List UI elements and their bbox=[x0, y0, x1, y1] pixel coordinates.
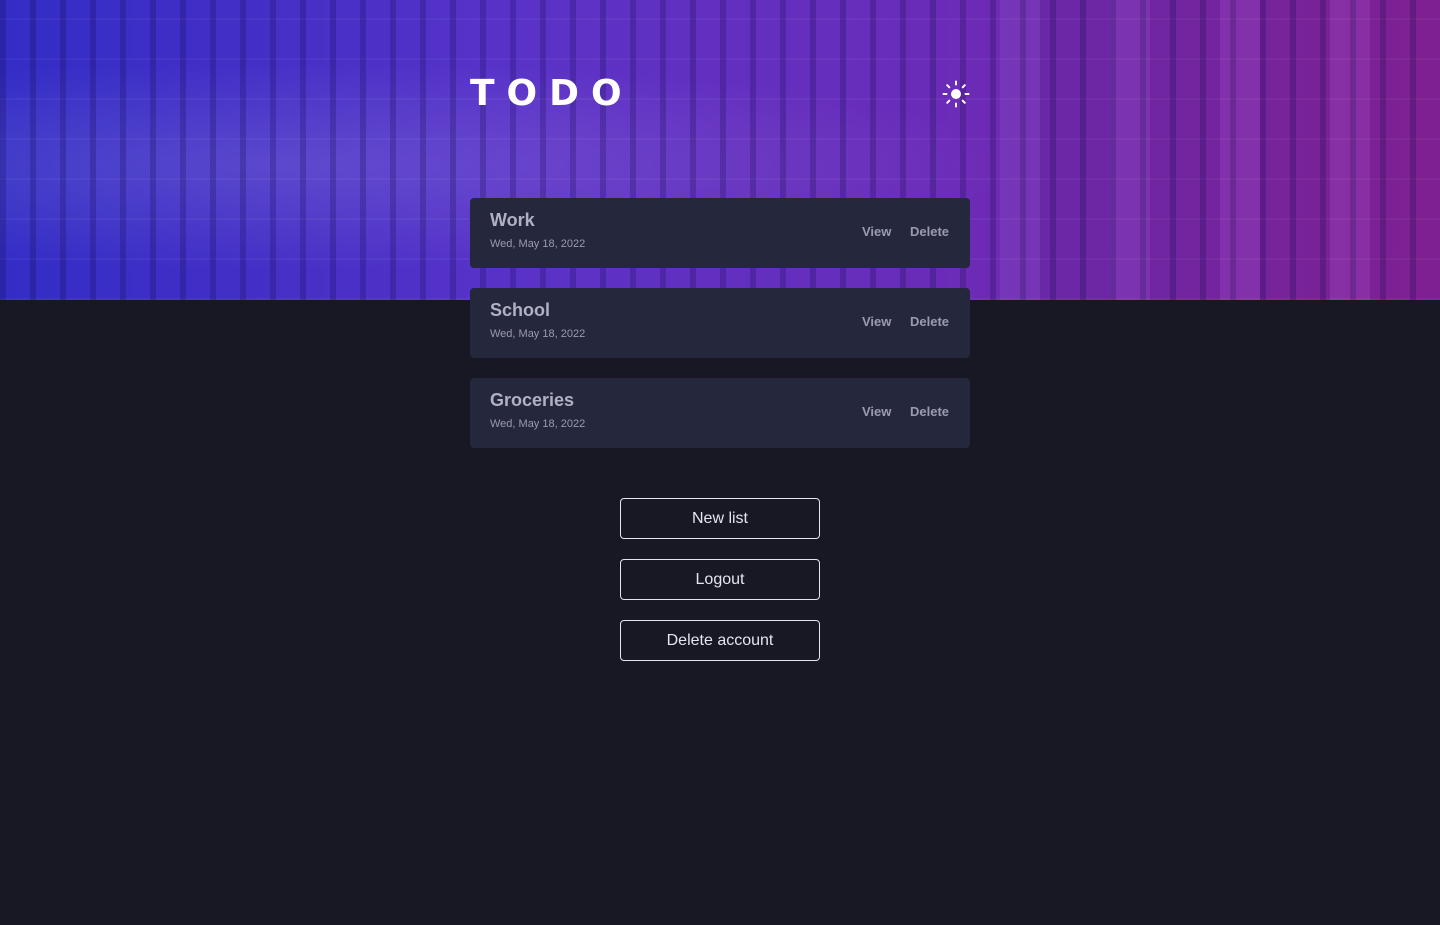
list-item: Groceries Wed, May 18, 2022 View Delete bbox=[470, 378, 970, 448]
list-item-date: Wed, May 18, 2022 bbox=[490, 238, 586, 250]
sun-icon bbox=[942, 80, 970, 108]
todo-lists: Work Wed, May 18, 2022 View Delete Schoo… bbox=[470, 198, 970, 468]
list-item-date: Wed, May 18, 2022 bbox=[490, 328, 586, 340]
view-button[interactable]: View bbox=[862, 314, 891, 330]
logout-button[interactable]: Logout bbox=[620, 559, 820, 600]
delete-button[interactable]: Delete bbox=[910, 314, 949, 330]
header: TODO bbox=[470, 72, 970, 116]
delete-account-button[interactable]: Delete account bbox=[620, 620, 820, 661]
list-item-title: Work bbox=[490, 210, 535, 230]
view-button[interactable]: View bbox=[862, 404, 891, 420]
list-item-date: Wed, May 18, 2022 bbox=[490, 418, 586, 430]
delete-button[interactable]: Delete bbox=[910, 404, 949, 420]
list-item-title: School bbox=[490, 300, 551, 320]
app-title: TODO bbox=[470, 73, 634, 114]
view-button[interactable]: View bbox=[862, 224, 891, 240]
hero-background-columns bbox=[1000, 0, 1440, 300]
list-item-title: Groceries bbox=[490, 390, 575, 410]
delete-button[interactable]: Delete bbox=[910, 224, 949, 240]
theme-toggle-button[interactable] bbox=[942, 80, 970, 108]
list-item: School Wed, May 18, 2022 View Delete bbox=[470, 288, 970, 358]
new-list-button[interactable]: New list bbox=[620, 498, 820, 539]
list-item: Work Wed, May 18, 2022 View Delete bbox=[470, 198, 970, 268]
